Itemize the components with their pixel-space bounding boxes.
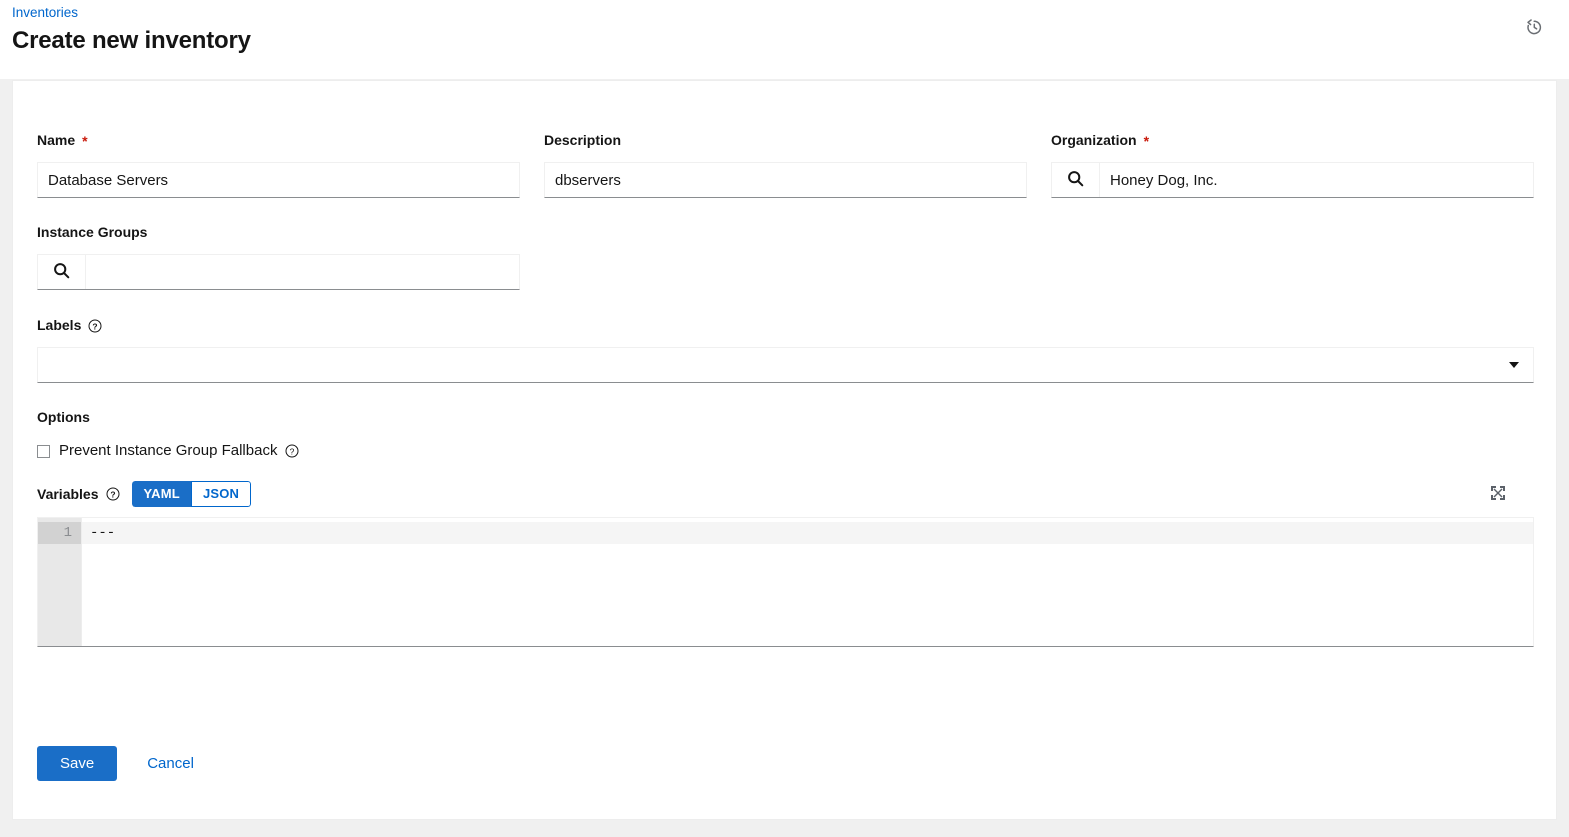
instance-groups-label: Instance Groups [37, 224, 148, 240]
required-marker: * [82, 132, 88, 149]
organization-label: Organization * [1051, 132, 1150, 149]
field-name: Name * [37, 131, 520, 198]
variables-code-editor[interactable]: 1 --- [37, 517, 1534, 647]
editor-code-area[interactable]: --- [82, 518, 1533, 646]
history-icon-button[interactable] [1519, 12, 1549, 42]
options-section: Options Prevent Instance Group Fallback … [37, 408, 737, 461]
search-icon [1067, 170, 1084, 190]
editor-gutter: 1 [38, 518, 82, 646]
field-labels: Labels ? [37, 316, 1534, 383]
page-header: Inventories Create new inventory [0, 0, 1569, 79]
labels-select[interactable] [37, 347, 1534, 383]
variables-format-toggle: YAML JSON [131, 481, 252, 507]
instance-groups-input-group [37, 254, 520, 290]
breadcrumb-link-inventories[interactable]: Inventories [12, 5, 78, 20]
chevron-down-icon [1509, 362, 1519, 368]
options-title: Options [37, 409, 90, 425]
editor-line-number: 1 [38, 522, 81, 544]
question-circle-icon[interactable]: ? [285, 444, 299, 458]
name-label: Name * [37, 132, 88, 149]
organization-input-group [1051, 162, 1534, 198]
question-circle-icon[interactable]: ? [88, 319, 102, 333]
editor-line: --- [82, 522, 1533, 544]
description-label: Description [544, 132, 622, 148]
save-button[interactable]: Save [37, 746, 118, 781]
form-actions: Save Cancel [37, 746, 202, 781]
svg-text:?: ? [290, 446, 295, 456]
toggle-yaml-button[interactable]: YAML [131, 481, 191, 507]
prevent-instance-group-fallback-checkbox[interactable] [37, 444, 50, 458]
page-title: Create new inventory [12, 27, 251, 54]
form-card: Name * Description Organization * [12, 80, 1557, 820]
breadcrumb: Inventories [12, 4, 78, 21]
instance-groups-input[interactable] [86, 255, 519, 289]
svg-text:?: ? [110, 489, 115, 499]
expand-arrows-icon [1490, 485, 1506, 504]
organization-search-button[interactable] [1052, 163, 1100, 197]
required-marker: * [1143, 132, 1150, 149]
svg-text:?: ? [93, 321, 98, 331]
form-row-primary: Name * Description Organization * [37, 131, 1534, 198]
expand-editor-button[interactable] [1486, 482, 1510, 506]
labels-label: Labels ? [37, 316, 1534, 335]
field-organization: Organization * [1051, 131, 1534, 198]
variables-section: Variables ? YAML JSON 1 --- [37, 481, 1534, 647]
toggle-json-button[interactable]: JSON [190, 481, 252, 507]
prevent-instance-group-fallback-label[interactable]: Prevent Instance Group Fallback [59, 441, 277, 461]
name-input[interactable] [37, 162, 520, 198]
field-description: Description [544, 131, 1027, 198]
description-input[interactable] [544, 162, 1027, 198]
search-icon [53, 262, 70, 282]
prevent-fallback-row: Prevent Instance Group Fallback ? [37, 441, 737, 461]
organization-input[interactable] [1100, 163, 1533, 197]
history-icon [1524, 17, 1544, 37]
question-circle-icon[interactable]: ? [106, 487, 120, 501]
field-instance-groups: Instance Groups [37, 223, 520, 290]
variables-header: Variables ? YAML JSON [37, 481, 1534, 507]
cancel-button[interactable]: Cancel [139, 746, 202, 781]
variables-label: Variables ? [37, 485, 120, 504]
instance-groups-search-button[interactable] [38, 255, 86, 289]
